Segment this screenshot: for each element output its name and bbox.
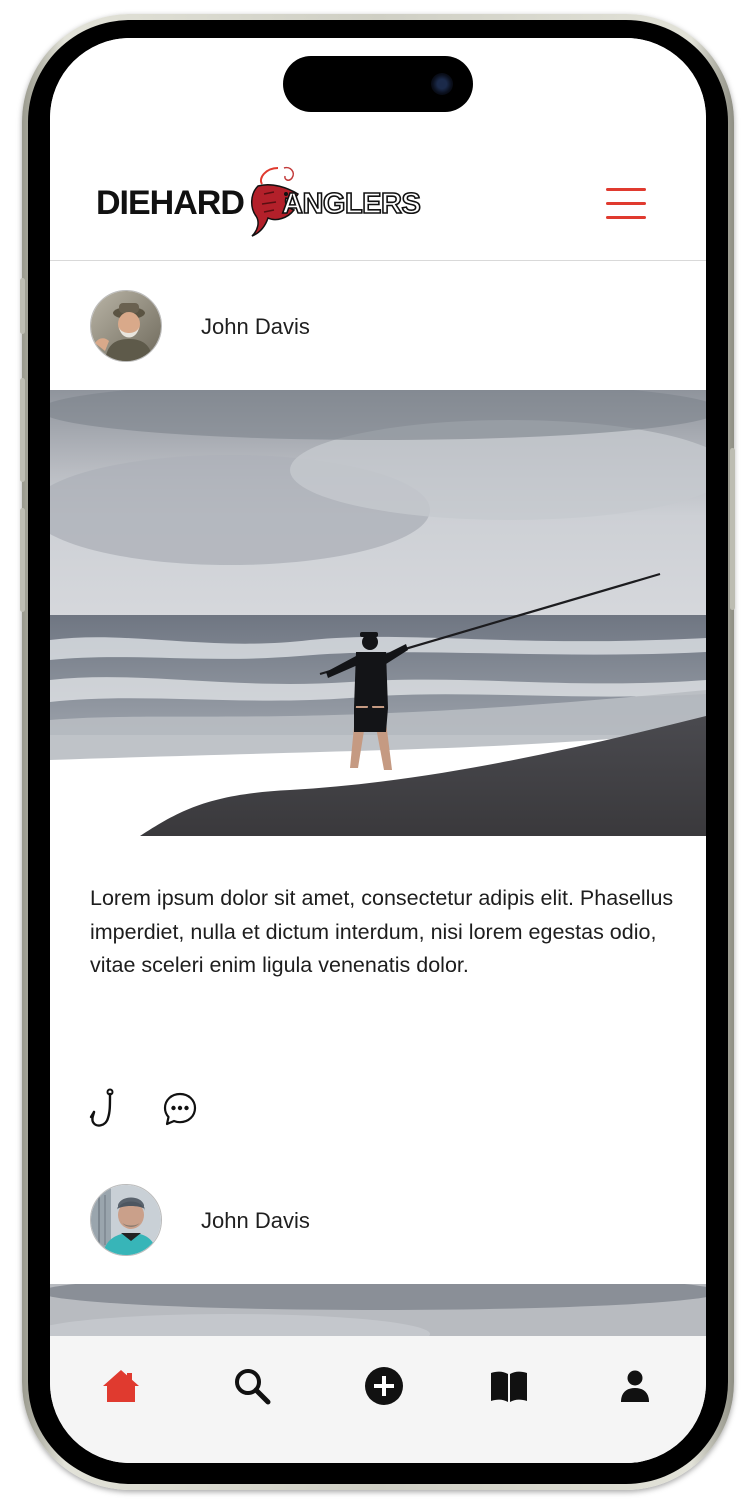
side-button-volume-down	[20, 508, 25, 612]
app-screen: Diehard Anglers	[50, 38, 706, 1463]
cloudy-sky-photo	[50, 1284, 706, 1344]
author-name[interactable]: John Davis	[201, 314, 310, 340]
brand-name-right: Anglers	[281, 187, 421, 221]
avatar-elder-angler	[91, 291, 161, 361]
search-icon[interactable]	[230, 1364, 274, 1408]
post-header: John Davis	[50, 1156, 706, 1284]
author-name[interactable]: John Davis	[201, 1208, 310, 1234]
avatar[interactable]	[90, 1184, 162, 1256]
brand-name-left: Diehard	[96, 184, 245, 222]
side-button-power	[730, 448, 735, 610]
dynamic-island	[283, 56, 473, 112]
hook-icon[interactable]	[88, 1088, 122, 1130]
post-body-text: Lorem ipsum dolor sit amet, consectetur …	[90, 886, 674, 977]
side-button-volume-up	[20, 378, 25, 482]
side-button-silent	[20, 278, 25, 334]
plus-circle-icon[interactable]	[362, 1364, 406, 1408]
avatar[interactable]	[90, 290, 162, 362]
post-header: John Davis	[50, 262, 706, 390]
user-icon[interactable]	[613, 1364, 657, 1408]
post-actions	[88, 1088, 288, 1130]
beach-fisherman-casting-photo	[50, 390, 706, 836]
home-icon[interactable]	[99, 1364, 143, 1408]
comment-icon[interactable]	[162, 1091, 198, 1127]
hamburger-menu-icon[interactable]	[606, 188, 646, 219]
avatar-beanie-angler	[91, 1185, 161, 1255]
bottom-tab-bar	[50, 1336, 706, 1463]
book-icon[interactable]	[487, 1364, 531, 1408]
front-camera	[431, 73, 453, 95]
brand-logo[interactable]: Diehard Anglers	[96, 166, 426, 238]
